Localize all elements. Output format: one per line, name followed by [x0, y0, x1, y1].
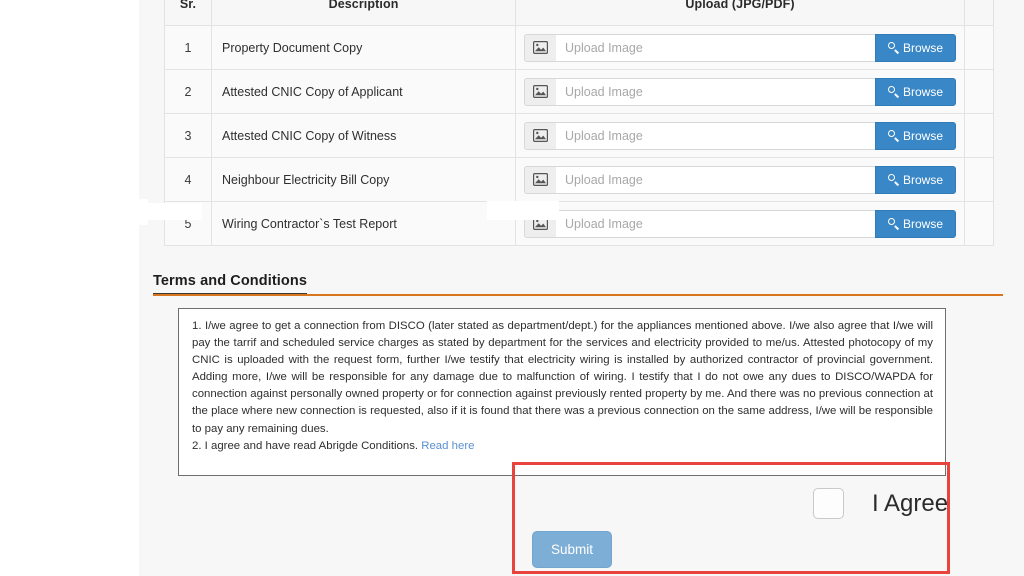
table-row: 3 Attested CNIC Copy of Witness Upload I…	[164, 113, 994, 158]
terms-heading-wrapper: Terms and Conditions	[153, 272, 1003, 295]
browse-button-label: Browse	[902, 216, 943, 231]
page-root: Sr. Description Upload (JPG/PDF) 1 Prope…	[0, 0, 1024, 576]
table-row: 5 Wiring Contractor`s Test Report Upload…	[164, 201, 994, 246]
upload-input[interactable]: Upload Image	[556, 165, 875, 194]
column-header-sr: Sr.	[164, 0, 212, 26]
row-upload-cell: Upload Image Browse	[515, 25, 965, 70]
row-description: Property Document Copy	[211, 25, 516, 70]
row-serial: 2	[164, 69, 212, 114]
table-row: 4 Neighbour Electricity Bill Copy Upload…	[164, 157, 994, 202]
image-icon	[524, 165, 556, 194]
table-body: 1 Property Document Copy Upload Image Br…	[164, 25, 994, 246]
row-description: Neighbour Electricity Bill Copy	[211, 157, 516, 202]
column-header-extra	[964, 0, 994, 26]
capture-artifact	[139, 203, 202, 220]
upload-input-group: Upload Image Browse	[524, 121, 956, 150]
row-extra-cell	[964, 201, 994, 246]
terms-paragraph-2-text: 2. I agree and have read Abrigde Conditi…	[192, 439, 422, 452]
upload-input-group: Upload Image Browse	[524, 209, 956, 238]
browse-button[interactable]: Browse	[875, 121, 956, 150]
search-icon	[887, 42, 899, 53]
browse-button-label: Browse	[902, 172, 943, 187]
terms-heading: Terms and Conditions	[153, 273, 307, 295]
row-upload-cell: Upload Image Browse	[515, 201, 965, 246]
terms-inner: 1. I/we agree to get a connection from D…	[179, 309, 945, 455]
upload-input-group: Upload Image Browse	[524, 165, 956, 194]
upload-input[interactable]: Upload Image	[556, 77, 875, 106]
upload-input-group: Upload Image Browse	[524, 77, 956, 106]
submit-button[interactable]: Submit	[532, 531, 612, 568]
row-upload-cell: Upload Image Browse	[515, 69, 965, 114]
row-description: Wiring Contractor`s Test Report	[211, 201, 516, 246]
upload-input[interactable]: Upload Image	[556, 121, 875, 150]
capture-artifact	[487, 201, 559, 220]
row-serial: 3	[164, 113, 212, 158]
table-row: 2 Attested CNIC Copy of Applicant Upload…	[164, 69, 994, 114]
documents-upload-table: Sr. Description Upload (JPG/PDF) 1 Prope…	[164, 0, 994, 246]
terms-paragraph-2: 2. I agree and have read Abrigde Conditi…	[192, 438, 933, 455]
browse-button-label: Browse	[902, 84, 943, 99]
column-header-description: Description	[211, 0, 516, 26]
upload-input[interactable]: Upload Image	[556, 209, 875, 238]
browse-button[interactable]: Browse	[875, 77, 956, 106]
row-description: Attested CNIC Copy of Applicant	[211, 69, 516, 114]
image-icon	[524, 121, 556, 150]
row-serial: 4	[164, 157, 212, 202]
image-icon	[524, 33, 556, 62]
row-extra-cell	[964, 157, 994, 202]
search-icon	[887, 130, 899, 141]
agree-checkbox[interactable]	[813, 488, 844, 519]
browse-button[interactable]: Browse	[875, 33, 956, 62]
table-header: Sr. Description Upload (JPG/PDF)	[164, 0, 994, 26]
browse-button[interactable]: Browse	[875, 209, 956, 238]
row-extra-cell	[964, 113, 994, 158]
row-extra-cell	[964, 25, 994, 70]
column-header-upload: Upload (JPG/PDF)	[515, 0, 965, 26]
browse-button[interactable]: Browse	[875, 165, 956, 194]
form-content-area: Sr. Description Upload (JPG/PDF) 1 Prope…	[139, 0, 1024, 576]
table-row: 1 Property Document Copy Upload Image Br…	[164, 25, 994, 70]
image-icon	[524, 77, 556, 106]
row-upload-cell: Upload Image Browse	[515, 113, 965, 158]
row-description: Attested CNIC Copy of Witness	[211, 113, 516, 158]
submit-button-label: Submit	[550, 542, 594, 557]
row-serial: 1	[164, 25, 212, 70]
search-icon	[887, 218, 899, 229]
upload-input[interactable]: Upload Image	[556, 33, 875, 62]
search-icon	[887, 174, 899, 185]
terms-text-box: 1. I/we agree to get a connection from D…	[178, 308, 946, 476]
terms-paragraph-1: 1. I/we agree to get a connection from D…	[192, 320, 933, 435]
browse-button-label: Browse	[902, 128, 943, 143]
row-extra-cell	[964, 69, 994, 114]
browse-button-label: Browse	[902, 40, 943, 55]
table-header-row: Sr. Description Upload (JPG/PDF)	[164, 0, 994, 26]
terms-heading-rule	[153, 294, 1003, 296]
upload-input-group: Upload Image Browse	[524, 33, 956, 62]
row-upload-cell: Upload Image Browse	[515, 157, 965, 202]
read-here-link[interactable]: Read here	[421, 440, 474, 452]
search-icon	[887, 86, 899, 97]
agree-label: I Agree	[872, 490, 949, 517]
